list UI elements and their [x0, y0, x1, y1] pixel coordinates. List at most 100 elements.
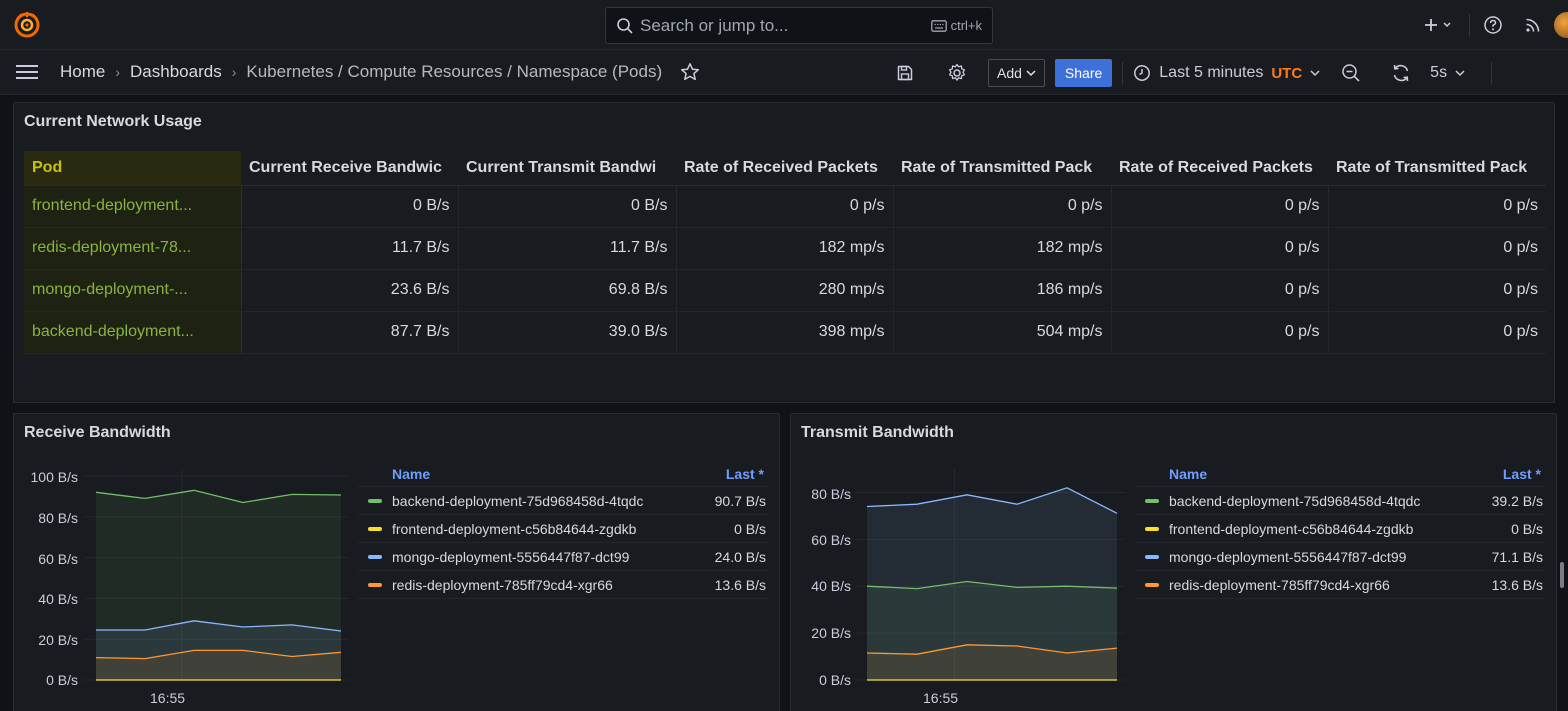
nav-divider	[1491, 62, 1493, 84]
refresh-interval-picker[interactable]: 5s	[1430, 64, 1465, 82]
transmit-legend: Name Last * backend-deployment-75d968458…	[1135, 461, 1545, 599]
legend-last-value: 24.0 B/s	[714, 548, 766, 565]
column-header[interactable]: Rate of Received Packets	[676, 151, 893, 186]
table-cell: 0 p/s	[676, 185, 894, 228]
y-axis-tick: 20 B/s	[811, 625, 851, 641]
y-axis-tick: 60 B/s	[811, 532, 851, 548]
news-feed-button[interactable]	[1520, 12, 1546, 38]
refresh-icon	[1393, 64, 1409, 82]
legend-header: Name Last *	[1135, 461, 1545, 487]
y-axis-tick: 0 B/s	[819, 672, 851, 688]
menu-icon[interactable]	[16, 64, 38, 80]
y-axis-tick: 80 B/s	[38, 510, 78, 526]
table-row: backend-deployment... 87.7 B/s 39.0 B/s …	[24, 311, 1546, 354]
zoom-out-button[interactable]	[1338, 60, 1364, 86]
y-axis-tick: 100 B/s	[30, 469, 78, 485]
rss-icon	[1526, 18, 1540, 32]
legend-item[interactable]: frontend-deployment-c56b84644-zgdkb 0 B/…	[358, 515, 768, 543]
series-color-swatch	[368, 526, 382, 531]
breadcrumb-dashboards[interactable]: Dashboards	[130, 62, 222, 82]
table-cell: 182 mp/s	[893, 227, 1112, 270]
column-header-pod[interactable]: Pod	[24, 151, 241, 186]
table-row: frontend-deployment... 0 B/s 0 B/s 0 p/s…	[24, 185, 1546, 228]
table-cell: 398 mp/s	[676, 311, 894, 354]
series-color-swatch	[1145, 582, 1159, 587]
x-axis-tick: 16:55	[923, 690, 959, 706]
legend-last-value: 90.7 B/s	[714, 492, 766, 509]
receive-bandwidth-chart[interactable]	[84, 469, 349, 689]
y-axis-tick: 80 B/s	[811, 486, 851, 502]
legend-name-header[interactable]: Name	[358, 466, 430, 482]
chevron-right-icon: ›	[231, 64, 237, 80]
table-cell: 0 p/s	[1328, 311, 1546, 354]
legend-item[interactable]: backend-deployment-75d968458d-4tqdc 90.7…	[358, 487, 768, 515]
pod-link[interactable]: frontend-deployment...	[24, 185, 242, 228]
search-icon	[617, 17, 633, 34]
legend-last-header[interactable]: Last *	[1503, 466, 1545, 482]
receive-legend: Name Last * backend-deployment-75d968458…	[358, 461, 768, 599]
series-color-swatch	[1145, 554, 1159, 559]
legend-item[interactable]: mongo-deployment-5556447f87-dct99 71.1 B…	[1135, 543, 1545, 571]
top-bar: Search or jump to... ctrl+k	[0, 0, 1568, 50]
keyboard-icon	[930, 19, 947, 32]
transmit-bandwidth-chart[interactable]	[855, 469, 1125, 689]
column-header[interactable]: Current Receive Bandwic	[241, 151, 458, 186]
column-header[interactable]: Rate of Transmitted Pack	[1328, 151, 1546, 186]
legend-series-name: frontend-deployment-c56b84644-zgdkb	[392, 520, 637, 537]
table-cell: 0 p/s	[1111, 185, 1329, 228]
chevron-down-icon	[1455, 70, 1465, 77]
receive-bandwidth-panel: Receive Bandwidth 100 B/s 80 B/s 60 B/s …	[13, 413, 780, 711]
table-cell: 0 B/s	[458, 185, 677, 228]
new-menu-button[interactable]	[1419, 12, 1459, 38]
table-cell: 0 p/s	[1328, 185, 1546, 228]
panel-title: Current Network Usage	[24, 113, 202, 130]
search-input[interactable]: Search or jump to... ctrl+k	[605, 7, 993, 44]
legend-item[interactable]: redis-deployment-785ff79cd4-xgr66 13.6 B…	[1135, 571, 1545, 599]
add-button-label: Add	[997, 65, 1022, 81]
table-cell: 182 mp/s	[676, 227, 894, 270]
legend-series-name: redis-deployment-785ff79cd4-xgr66	[1169, 576, 1390, 593]
legend-last-value: 71.1 B/s	[1491, 548, 1543, 565]
breadcrumb-current-dashboard: Kubernetes / Compute Resources / Namespa…	[246, 62, 663, 81]
legend-item[interactable]: redis-deployment-785ff79cd4-xgr66 13.6 B…	[358, 571, 768, 599]
save-icon	[897, 65, 913, 81]
y-axis-tick: 60 B/s	[38, 551, 78, 567]
table-row: redis-deployment-78... 11.7 B/s 11.7 B/s…	[24, 227, 1546, 270]
legend-last-value: 13.6 B/s	[714, 576, 766, 593]
pod-link[interactable]: backend-deployment...	[24, 311, 242, 354]
dashboard-settings-button[interactable]	[944, 60, 970, 86]
star-icon[interactable]	[680, 62, 700, 82]
help-button[interactable]	[1480, 12, 1506, 38]
grafana-logo-icon[interactable]	[14, 12, 40, 38]
add-button[interactable]: Add	[988, 59, 1045, 87]
legend-last-value: 39.2 B/s	[1491, 492, 1543, 509]
pod-link[interactable]: redis-deployment-78...	[24, 227, 242, 270]
series-color-swatch	[1145, 498, 1159, 503]
legend-item[interactable]: backend-deployment-75d968458d-4tqdc 39.2…	[1135, 487, 1545, 515]
user-avatar[interactable]	[1554, 12, 1568, 38]
legend-last-header[interactable]: Last *	[726, 466, 768, 482]
legend-series-name: redis-deployment-785ff79cd4-xgr66	[392, 576, 613, 593]
table-cell: 186 mp/s	[893, 269, 1112, 312]
column-header[interactable]: Current Transmit Bandwi	[458, 151, 676, 186]
legend-item[interactable]: mongo-deployment-5556447f87-dct99 24.0 B…	[358, 543, 768, 571]
table-cell: 504 mp/s	[893, 311, 1112, 354]
pod-link[interactable]: mongo-deployment-...	[24, 269, 242, 312]
legend-item[interactable]: frontend-deployment-c56b84644-zgdkb 0 B/…	[1135, 515, 1545, 543]
legend-name-header[interactable]: Name	[1135, 466, 1207, 482]
time-range-picker[interactable]: Last 5 minutes UTC	[1133, 64, 1320, 82]
dashboard-nav-bar: Home › Dashboards › Kubernetes / Compute…	[0, 50, 1568, 95]
table-cell: 0 p/s	[1111, 227, 1329, 270]
refresh-button[interactable]	[1388, 60, 1414, 86]
share-button[interactable]: Share	[1054, 59, 1113, 87]
save-dashboard-button[interactable]	[892, 60, 918, 86]
column-header[interactable]: Rate of Transmitted Pack	[893, 151, 1111, 186]
table-cell: 280 mp/s	[676, 269, 894, 312]
breadcrumb-home[interactable]: Home	[60, 62, 105, 82]
scrollbar-thumb[interactable]	[1560, 562, 1564, 588]
table-cell: 69.8 B/s	[458, 269, 677, 312]
x-axis-tick: 16:55	[150, 690, 186, 706]
search-shortcut: ctrl+k	[930, 18, 982, 33]
clock-icon	[1134, 65, 1151, 81]
column-header[interactable]: Rate of Received Packets	[1111, 151, 1328, 186]
